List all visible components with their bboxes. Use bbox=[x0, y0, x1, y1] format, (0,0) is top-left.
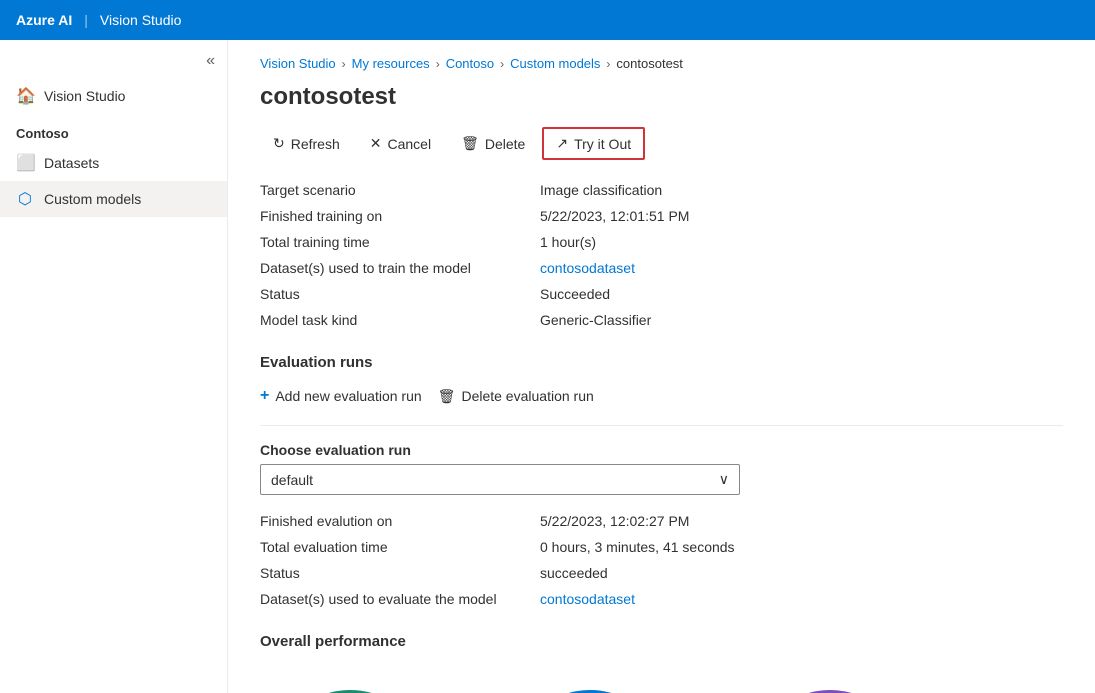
refresh-button[interactable]: ↻ Refresh bbox=[260, 128, 353, 159]
add-eval-run-button[interactable]: + Add new evaluation run bbox=[260, 383, 422, 409]
gauge-svg bbox=[740, 678, 920, 693]
model-info-value[interactable]: contosodataset bbox=[540, 258, 1063, 278]
try-it-out-button[interactable]: ↗ Try it Out bbox=[542, 127, 645, 160]
gauge-item: 100.0% Average precision i bbox=[260, 678, 440, 693]
eval-info-label: Dataset(s) used to evaluate the model bbox=[260, 589, 540, 609]
gauge-item: 96.9% Accuracy - Top 1 i bbox=[500, 678, 680, 693]
sidebar-item-label: Datasets bbox=[44, 155, 99, 171]
cancel-icon: ✕ bbox=[370, 135, 382, 152]
gauge-wrapper: 96.9% bbox=[500, 678, 680, 693]
performance-heading: Overall performance bbox=[260, 633, 1063, 650]
breadcrumb-sep-3: › bbox=[606, 57, 610, 71]
sidebar-item-vision-studio[interactable]: 🏠 Vision Studio bbox=[0, 78, 227, 114]
cancel-button[interactable]: ✕ Cancel bbox=[357, 128, 444, 159]
model-info-label: Model task kind bbox=[260, 310, 540, 330]
topbar: Azure AI | Vision Studio bbox=[0, 0, 1095, 40]
refresh-icon: ↻ bbox=[273, 135, 285, 152]
eval-info-label: Finished evalution on bbox=[260, 511, 540, 531]
performance-section: Overall performance 100.0% Average preci… bbox=[260, 633, 1063, 693]
breadcrumb-sep-1: › bbox=[436, 57, 440, 71]
toolbar: ↻ Refresh ✕ Cancel 🗑 Delete ↗ Try it Out bbox=[260, 127, 1063, 160]
add-icon: + bbox=[260, 387, 269, 405]
model-info-value: Succeeded bbox=[540, 284, 1063, 304]
eval-info-label: Total evaluation time bbox=[260, 537, 540, 557]
sidebar: « 🏠 Vision Studio Contoso ⬜ Datasets ⬡ C… bbox=[0, 40, 228, 693]
eval-info-label: Status bbox=[260, 563, 540, 583]
sidebar-collapse-button[interactable]: « bbox=[0, 48, 227, 78]
choose-eval-run-label: Choose evaluation run bbox=[260, 442, 1063, 458]
gauge-svg bbox=[500, 678, 680, 693]
delete-icon: 🗑 bbox=[461, 135, 479, 152]
brand-logo: Azure AI bbox=[16, 12, 72, 28]
model-info-label: Total training time bbox=[260, 232, 540, 252]
eval-info-value[interactable]: contosodataset bbox=[540, 589, 1063, 609]
sidebar-item-datasets[interactable]: ⬜ Datasets bbox=[0, 145, 227, 181]
eval-run-section: Choose evaluation run default ∨ bbox=[260, 442, 1063, 495]
delete-eval-icon: 🗑 bbox=[438, 388, 456, 405]
breadcrumb-sep-0: › bbox=[342, 57, 346, 71]
app-name: Vision Studio bbox=[100, 12, 181, 28]
eval-actions: + Add new evaluation run 🗑 Delete evalua… bbox=[260, 383, 1063, 409]
eval-run-dropdown[interactable]: default ∨ bbox=[260, 464, 740, 495]
dropdown-value: default bbox=[271, 472, 313, 488]
collapse-icon[interactable]: « bbox=[206, 52, 215, 70]
eval-info-grid: Finished evalution on5/22/2023, 12:02:27… bbox=[260, 511, 1063, 609]
breadcrumb-item-0[interactable]: Vision Studio bbox=[260, 56, 336, 71]
sidebar-item-label: Custom models bbox=[44, 191, 141, 207]
model-info-value: Generic-Classifier bbox=[540, 310, 1063, 330]
sidebar-item-custom-models[interactable]: ⬡ Custom models bbox=[0, 181, 227, 217]
chevron-down-icon: ∨ bbox=[719, 471, 729, 488]
model-info-label: Status bbox=[260, 284, 540, 304]
add-eval-label: Add new evaluation run bbox=[275, 388, 421, 404]
datasets-icon: ⬜ bbox=[16, 153, 34, 173]
eval-info-value: 0 hours, 3 minutes, 41 seconds bbox=[540, 537, 1063, 557]
page-title: contosotest bbox=[260, 83, 1063, 111]
evaluation-runs-heading: Evaluation runs bbox=[260, 354, 1063, 371]
gauge-wrapper: 100.0% bbox=[260, 678, 440, 693]
sidebar-item-label: Vision Studio bbox=[44, 88, 125, 104]
eval-info-value: 5/22/2023, 12:02:27 PM bbox=[540, 511, 1063, 531]
gauges-row: 100.0% Average precision i 96.9% Accurac… bbox=[260, 670, 1063, 693]
gauge-wrapper: 100.0% bbox=[740, 678, 920, 693]
main-layout: « 🏠 Vision Studio Contoso ⬜ Datasets ⬡ C… bbox=[0, 40, 1095, 693]
try-it-out-icon: ↗ bbox=[556, 135, 568, 152]
delete-eval-label: Delete evaluation run bbox=[461, 388, 593, 404]
home-icon: 🏠 bbox=[16, 86, 34, 106]
model-info-label: Target scenario bbox=[260, 180, 540, 200]
model-info-grid: Target scenarioImage classificationFinis… bbox=[260, 180, 1063, 330]
gauge-svg bbox=[260, 678, 440, 693]
model-info-label: Finished training on bbox=[260, 206, 540, 226]
delete-label: Delete bbox=[485, 136, 525, 152]
refresh-label: Refresh bbox=[291, 136, 340, 152]
gauge-item: 100.0% Accuracy - Top 5 i bbox=[740, 678, 920, 693]
delete-eval-run-button[interactable]: 🗑 Delete evaluation run bbox=[438, 384, 594, 409]
sidebar-section-label: Contoso bbox=[0, 114, 227, 145]
try-it-out-label: Try it Out bbox=[574, 136, 631, 152]
divider bbox=[260, 425, 1063, 426]
model-info-value: 5/22/2023, 12:01:51 PM bbox=[540, 206, 1063, 226]
breadcrumb: Vision Studio › My resources › Contoso ›… bbox=[260, 56, 1063, 71]
breadcrumb-item-3[interactable]: Custom models bbox=[510, 56, 600, 71]
topbar-separator: | bbox=[84, 12, 88, 28]
breadcrumb-item-1[interactable]: My resources bbox=[352, 56, 430, 71]
model-info-value: Image classification bbox=[540, 180, 1063, 200]
breadcrumb-sep-2: › bbox=[500, 57, 504, 71]
delete-button[interactable]: 🗑 Delete bbox=[448, 128, 538, 159]
cancel-label: Cancel bbox=[388, 136, 432, 152]
breadcrumb-item-4: contosotest bbox=[616, 56, 683, 71]
eval-info-value: succeeded bbox=[540, 563, 1063, 583]
model-info-value: 1 hour(s) bbox=[540, 232, 1063, 252]
breadcrumb-item-2[interactable]: Contoso bbox=[446, 56, 494, 71]
model-info-label: Dataset(s) used to train the model bbox=[260, 258, 540, 278]
main-content: Vision Studio › My resources › Contoso ›… bbox=[228, 40, 1095, 693]
custom-models-icon: ⬡ bbox=[16, 189, 34, 209]
